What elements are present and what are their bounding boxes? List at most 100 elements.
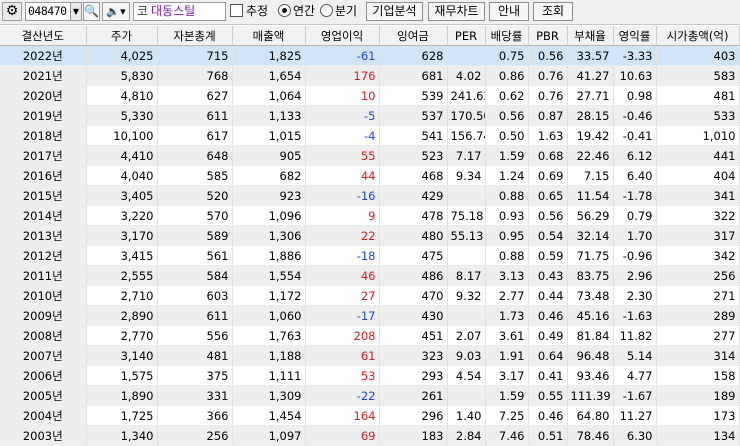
table-cell: 41.27 [567,65,614,86]
column-header[interactable]: 부채율 [567,26,614,46]
checkbox-box[interactable] [230,4,243,17]
year-cell: 2020년 [0,85,87,106]
year-cell: 2003년 [0,425,87,446]
table-cell: 1,172 [232,285,306,306]
radio-quarter[interactable]: 분기 [320,2,362,21]
table-cell: 1,886 [232,245,306,266]
table-cell: 45.16 [567,305,614,326]
column-header[interactable]: 시가총액(억) [656,26,740,46]
table-cell: 317 [656,225,740,246]
table-cell: 10 [305,85,380,106]
table-cell: 1,015 [232,125,306,146]
query-button[interactable]: 조회 [533,2,573,21]
estimate-checkbox[interactable]: 추정 [230,2,272,21]
table-cell: 342 [656,245,740,266]
table-cell: 0.43 [528,265,568,286]
table-cell: 4.77 [613,365,657,386]
table-cell: 0.79 [613,205,657,226]
table-row[interactable]: 2007년 3,140 481 1,188 61 323 9.03 1.91 0.64 96.48… [0,345,740,366]
radio-quarter-dot[interactable] [320,4,333,17]
chevron-down-icon[interactable]: ▼ [71,2,82,21]
table-cell: 277 [656,325,740,346]
table-cell: 1,188 [232,345,306,366]
table-row[interactable]: 2019년5,3306111,133-5537170.500.560.8728.… [0,105,740,126]
table-row[interactable]: 2015년 3,405 520 923 -16 429 0.88 0.65 11.54 -1.78… [0,185,740,206]
column-header[interactable]: 결산년도 [0,26,87,46]
radio-annual-dot[interactable] [278,4,291,17]
column-header[interactable]: PBR [528,26,568,46]
table-cell: 768 [157,65,233,86]
stock-name-field[interactable]: 코 대동스틸 [133,2,226,21]
stock-code-input[interactable]: 048470 [25,2,71,21]
table-cell: 470 [379,285,448,306]
column-header[interactable]: 영익률 [613,26,657,46]
table-row[interactable]: 2003년 1,340 256 1,097 69 183 2.84 7.46 0.51 78.46… [0,425,740,446]
table-cell: 293 [379,365,448,386]
table-row[interactable]: 2006년 1,575 375 1,111 53 293 4.54 3.17 0.41 93.46… [0,365,740,386]
radio-quarter-label: 분기 [335,4,358,18]
table-row[interactable]: 2021년 5,830 768 1,654 176 681 4.02 0.86 0.76 41.2… [0,65,740,86]
table-cell: 1,133 [232,105,306,126]
table-cell: 9 [305,205,380,226]
search-icon[interactable]: 🔍 [83,2,100,21]
company-analysis-button[interactable]: 기업분석 [366,2,423,21]
table-cell: 0.59 [528,245,568,266]
table-cell: 64.80 [567,405,614,426]
table-cell: 314 [656,345,740,366]
table-cell: 375 [157,365,233,386]
table-cell: 537 [379,105,448,126]
table-row[interactable]: 2014년 3,220 570 1,096 9 478 75.18 0.93 0.56 56.29… [0,205,740,226]
table-cell: 19.42 [567,125,614,146]
year-cell: 2011년 [0,265,87,286]
column-header[interactable]: 배당률 [485,26,529,46]
table-row[interactable]: 2018년10,1006171,015-4541156.740.501.6319… [0,125,740,146]
table-row[interactable]: 2016년 4,040 585 682 44 468 9.34 1.24 0.69 7.15 6.4… [0,165,740,186]
year-cell: 2019년 [0,105,87,126]
table-cell: 589 [157,225,233,246]
table-cell: 2,710 [86,285,158,306]
table-cell: 81.84 [567,325,614,346]
year-cell: 2015년 [0,185,87,206]
column-header[interactable]: 자본총계 [157,26,233,46]
table-row[interactable]: 2022년 4,025 715 1,825 -61 628 0.75 0.56 33.57 -3.… [0,45,740,66]
column-header[interactable]: 주가 [86,26,158,46]
table-cell: 1,554 [232,265,306,286]
table-row[interactable]: 2010년 2,710 603 1,172 27 470 9.32 2.77 0.44 73.48… [0,285,740,306]
table-cell: 923 [232,185,306,206]
table-cell: 1,725 [86,405,158,426]
table-cell: 2,555 [86,265,158,286]
table-cell: 0.95 [485,225,529,246]
table-cell: 2.07 [447,325,486,346]
table-cell: 323 [379,345,448,366]
column-header[interactable]: 영업이익 [305,26,380,46]
guide-button[interactable]: 안내 [489,2,529,21]
table-cell: 1,890 [86,385,158,406]
table-cell: 183 [379,425,448,446]
table-row[interactable]: 2012년 3,415 561 1,886 -18 475 0.88 0.59 71.75 -0.… [0,245,740,266]
financial-chart-button[interactable]: 재무차트 [428,2,485,21]
column-header[interactable]: 잉여금 [379,26,448,46]
table-row[interactable]: 2013년 3,170 589 1,306 22 480 55.13 0.95 0.54 32.1… [0,225,740,246]
radio-annual[interactable]: 연간 [278,2,325,21]
table-cell: 1,096 [232,205,306,226]
column-header[interactable]: 매출액 [232,26,306,46]
table-row[interactable]: 2017년 4,410 648 905 55 523 7.17 1.59 0.68 22.46 6.… [0,145,740,166]
table-row[interactable]: 2009년 2,890 611 1,060 -17 430 1.73 0.46 45.16 -1.… [0,305,740,326]
year-cell: 2004년 [0,405,87,426]
table-cell: 11.27 [613,405,657,426]
gear-icon[interactable]: ⚙ [2,2,22,21]
table-cell: 1.70 [613,225,657,246]
table-cell: 78.46 [567,425,614,446]
stock-name: 대동스틸 [151,4,196,18]
speaker-icon[interactable]: 🔈▾ [102,2,130,21]
table-row[interactable]: 2008년 2,770 556 1,763 208 451 2.07 3.61 0.49 81.8… [0,325,740,346]
table-row[interactable]: 2005년 1,890 331 1,309 -22 261 1.59 0.55 111.39 -1… [0,385,740,406]
table-cell: 682 [232,165,306,186]
table-cell [447,45,486,66]
table-row[interactable]: 2011년 2,555 584 1,554 46 486 8.17 3.13 0.43 83.75… [0,265,740,286]
table-cell: 28.15 [567,105,614,126]
table-row[interactable]: 2004년 1,725 366 1,454 164 296 1.40 7.25 0.46 64.8… [0,405,740,426]
table-cell: 556 [157,325,233,346]
column-header[interactable]: PER [447,26,486,46]
table-row[interactable]: 2020년4,8106271,06410539241.630.620.7627.… [0,85,740,106]
